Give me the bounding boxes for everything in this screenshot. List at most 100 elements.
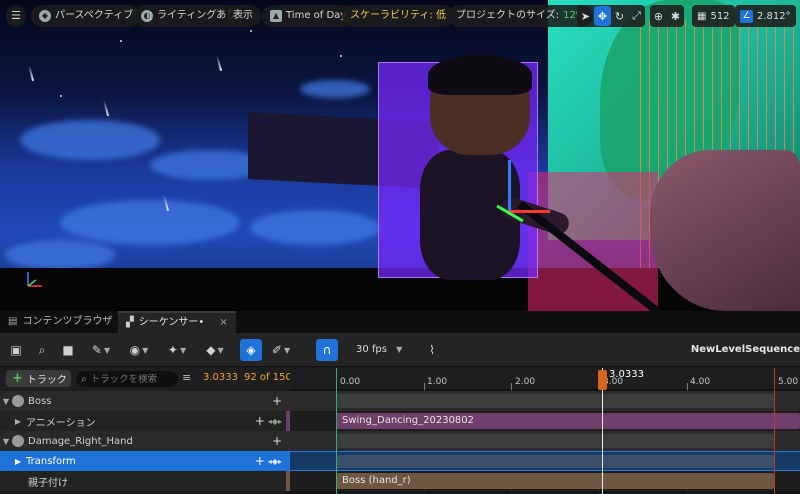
chevron-down-icon: ▼ <box>217 345 224 355</box>
add-track-button[interactable]: + トラック <box>6 370 71 387</box>
cloud <box>5 240 115 270</box>
track-row-animation[interactable]: ▶ アニメーション + ◂◆▸ <box>0 411 290 431</box>
show-button[interactable]: 表示 <box>225 5 261 27</box>
current-time-field[interactable]: 3.0333 <box>203 372 238 383</box>
time-of-day-label: Time of Day <box>286 10 347 21</box>
add-icon[interactable]: + <box>272 394 282 408</box>
surface-snap-icon[interactable]: ✱ <box>667 6 684 26</box>
track-label: アニメーション <box>26 417 96 429</box>
close-tab-icon[interactable]: × <box>219 312 227 334</box>
move-tool-icon[interactable]: ✥ <box>594 6 611 26</box>
section-label: Boss (hand_r) <box>342 475 411 486</box>
level-viewport[interactable]: ☰ ◆ パースペクティブ ◐ ライティングあり 表示 ▲ Time of Day… <box>0 0 800 311</box>
autokey-icon: ◈ <box>246 343 256 357</box>
add-icon[interactable]: + <box>255 414 265 428</box>
timeline-area[interactable]: 0.00 1.00 2.00 3.00 4.00 5.00 Swing_Danc… <box>290 368 800 494</box>
collapse-arrow-icon[interactable]: ▼ <box>0 437 12 446</box>
playback-menu-button[interactable]: ✦ ▼ <box>164 339 190 361</box>
folder-icon: ▤ <box>8 316 18 327</box>
edit-menu-button[interactable]: ✐ ▼ <box>268 339 294 361</box>
viewport-toolbar: ☰ ◆ パースペクティブ ◐ ライティングあり 表示 ▲ Time of Day… <box>0 5 800 27</box>
magnet-icon: ∩ <box>322 343 332 357</box>
track-row-damage-right-hand[interactable]: ▼ Damage_Right_Hand + <box>0 431 290 451</box>
grid-icon: ▦ <box>697 10 707 22</box>
play-options-icon: ✦ <box>167 343 178 357</box>
expand-arrow-icon[interactable]: ▶ <box>12 457 24 466</box>
project-size-label: プロジェクトのサイズ: <box>456 10 560 21</box>
creature-mesh <box>650 150 800 311</box>
scalability-button[interactable]: スケーラビリティ: 低 <box>342 5 454 27</box>
add-icon[interactable]: + <box>272 434 282 448</box>
expand-arrow-icon[interactable]: ▶ <box>12 417 24 426</box>
save-icon[interactable]: ▣ <box>6 339 26 361</box>
unreal-editor: ☰ ◆ パースペクティブ ◐ ライティングあり 表示 ▲ Time of Day… <box>0 0 800 494</box>
find-asset-icon[interactable]: ⌕ <box>32 339 52 361</box>
grid-value: 512 <box>710 10 730 22</box>
tools-menu-button[interactable]: ✎ ▼ <box>88 339 114 361</box>
tab-sequencer[interactable]: ▞ シーケンサー• × <box>118 311 236 333</box>
search-icon: ⌕ <box>81 373 87 385</box>
world-axis-icon <box>27 272 42 287</box>
time-of-day-button[interactable]: ▲ Time of Day <box>262 5 355 27</box>
search-input[interactable] <box>90 373 171 385</box>
time-ruler[interactable]: 0.00 1.00 2.00 3.00 4.00 5.00 <box>290 368 800 390</box>
tab-content-browser[interactable]: ▤ コンテンツブラウザ <box>0 311 120 333</box>
auto-key-button[interactable]: ◈ <box>240 339 262 361</box>
keyframe-nav-icon[interactable]: ◂◆▸ <box>268 417 282 426</box>
tab-label: シーケンサー• <box>138 317 205 328</box>
boss-binding-bar[interactable] <box>336 394 774 408</box>
playback-end-marker[interactable] <box>774 368 775 494</box>
actor-icon <box>12 395 24 407</box>
viewport-menu-button[interactable]: ☰ <box>6 5 26 27</box>
track-row-controls: + ◂◆▸ <box>255 454 282 468</box>
damage-binding-bar[interactable] <box>336 434 774 448</box>
plus-icon: + <box>12 371 23 386</box>
wrench-icon: ✎ <box>91 343 102 357</box>
outliner-header: + トラック ⌕ ≡ 3.0333 92 of 150 <box>0 368 292 390</box>
fps-label: 30 fps <box>356 344 387 355</box>
tick <box>424 383 425 390</box>
collapse-arrow-icon[interactable]: ▼ <box>0 397 12 406</box>
scale-tool-icon[interactable]: ⤢ <box>628 6 645 26</box>
chevron-down-icon: ▼ <box>142 345 149 355</box>
view-menu-button[interactable]: ◉ ▼ <box>126 339 152 361</box>
camera-icon[interactable]: ■ <box>58 339 78 361</box>
transform-section[interactable] <box>336 455 774 468</box>
track-row-attach[interactable]: 親子付け <box>0 471 290 491</box>
snap-button[interactable]: ∩ <box>316 339 338 361</box>
keyframe-nav-icon[interactable]: ◂◆▸ <box>268 457 282 466</box>
select-tool-icon[interactable]: ➤ <box>577 6 594 26</box>
tick-label: 2.00 <box>515 377 536 387</box>
actor-icon <box>12 435 24 447</box>
track-label: Boss <box>28 395 52 407</box>
track-label: Transform <box>26 455 76 467</box>
gizmo-x-axis[interactable] <box>510 210 550 213</box>
lane-transform <box>290 451 800 471</box>
scalability-label: スケーラビリティ: 低 <box>350 10 446 21</box>
sequence-name: NewLevelSequence <box>690 344 800 355</box>
curve-editor-icon[interactable]: ⌇ <box>422 339 442 361</box>
attach-section[interactable]: Boss (hand_r) <box>336 473 774 489</box>
angle-value: 2.812° <box>757 10 791 22</box>
playhead-handle[interactable] <box>598 370 607 390</box>
animation-section[interactable]: Swing_Dancing_20230802 <box>336 413 800 429</box>
add-icon[interactable]: + <box>255 454 265 468</box>
world-space-icon[interactable]: ⊕ <box>650 6 667 26</box>
angle-snap-button[interactable]: ∠ 2.812° <box>735 5 796 27</box>
sun-icon: ▲ <box>270 10 282 22</box>
character-hair <box>428 55 532 95</box>
track-row-transform[interactable]: ▶ Transform + ◂◆▸ <box>0 451 290 471</box>
playback-start-marker[interactable] <box>336 368 337 494</box>
keyframe-menu-button[interactable]: ◆ ▼ <box>202 339 228 361</box>
grid-snap-button[interactable]: ▦ 512 <box>692 5 735 27</box>
gizmo-z-axis[interactable] <box>508 160 511 215</box>
chevron-down-icon: ▼ <box>396 345 403 354</box>
rotate-tool-icon[interactable]: ↻ <box>611 6 628 26</box>
sequencer-toolbar: ▣ ⌕ ■ ✎ ▼ ◉ ▼ ✦ ▼ ◆ ▼ ◈ ✐ ▼ ∩ 30 fps ▼ ⌇ NewL… <box>0 333 800 367</box>
filter-icon[interactable]: ≡ <box>182 371 196 387</box>
track-row-boss[interactable]: ▼ Boss + <box>0 391 290 411</box>
project-size-button[interactable]: プロジェクトのサイズ: 12% <box>448 5 594 27</box>
frame-rate-button[interactable]: 30 fps ▼ <box>356 339 402 361</box>
tab-label: コンテンツブラウザ <box>22 316 113 327</box>
perspective-button[interactable]: ◆ パースペクティブ <box>31 5 142 27</box>
